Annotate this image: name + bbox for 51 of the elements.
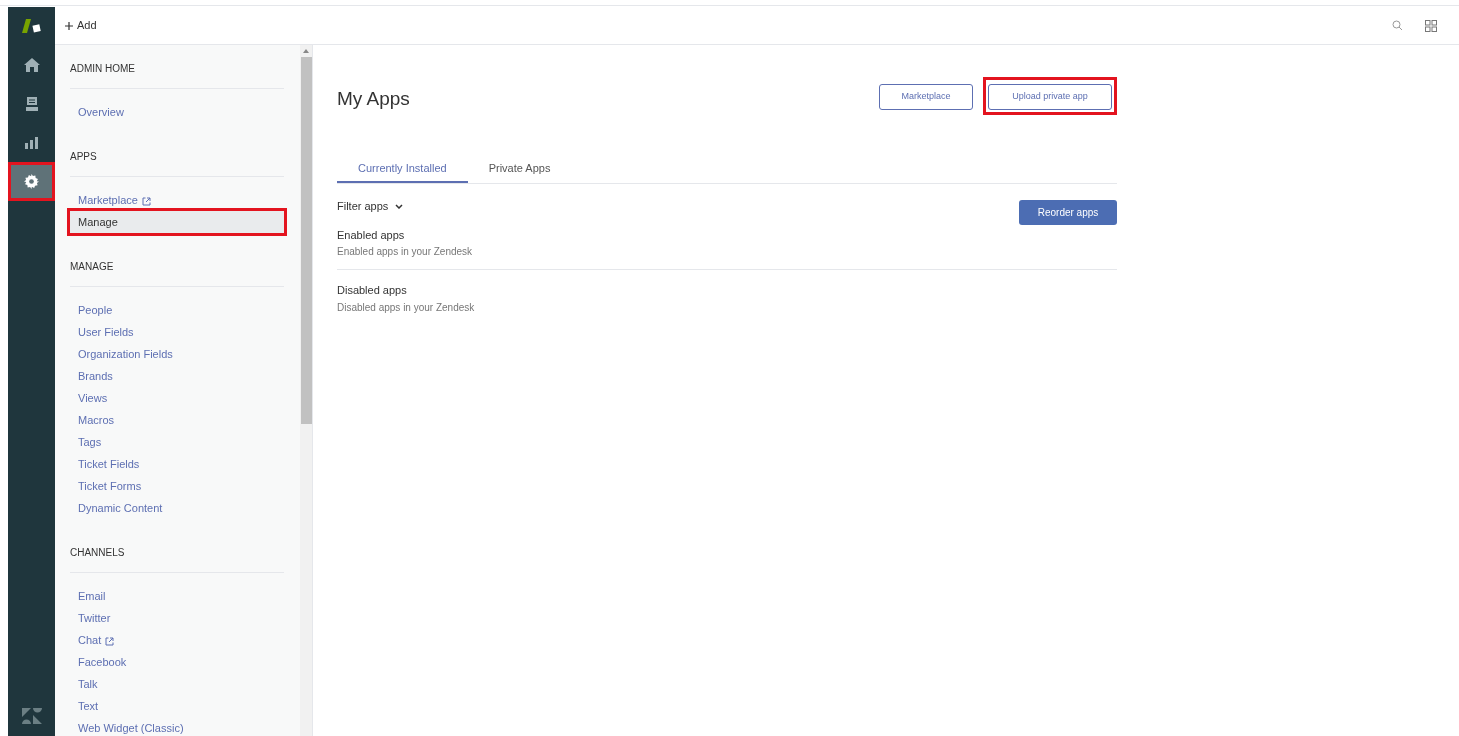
outline-button[interactable]: Upload private app bbox=[988, 83, 1112, 110]
sidebar-link[interactable]: Organization Fields bbox=[70, 343, 284, 365]
external-link-icon bbox=[141, 196, 151, 206]
sidebar-link[interactable]: Manage bbox=[70, 211, 284, 233]
chevron-down-icon bbox=[395, 203, 404, 209]
sidebar-link[interactable]: Text bbox=[70, 695, 284, 717]
group-subtitle: Enabled apps in your Zendesk bbox=[337, 245, 474, 260]
sidebar-link[interactable]: Web Widget (Classic) bbox=[70, 717, 284, 736]
sidebar-link[interactable]: People bbox=[70, 299, 284, 321]
section-heading: MANAGE bbox=[70, 259, 284, 287]
external-link-icon bbox=[105, 636, 115, 646]
sidebar-link[interactable]: Twitter bbox=[70, 607, 284, 629]
sidebar-link[interactable]: Dynamic Content bbox=[70, 497, 284, 519]
sidebar-link[interactable]: Overview bbox=[70, 101, 284, 123]
sidebar-link[interactable]: Email bbox=[70, 585, 284, 607]
sidebar-link[interactable]: Macros bbox=[70, 409, 284, 431]
filter-dropdown[interactable]: Filter apps bbox=[337, 197, 404, 215]
zendesk-logo-icon bbox=[21, 708, 42, 724]
sidebar-link[interactable]: Marketplace bbox=[70, 189, 284, 211]
sidebar-link[interactable]: Brands bbox=[70, 365, 284, 387]
scroll-up-icon[interactable] bbox=[303, 49, 309, 53]
group-subtitle: Disabled apps in your Zendesk bbox=[337, 300, 476, 315]
home-icon bbox=[23, 57, 40, 72]
bar-chart-icon bbox=[25, 136, 38, 149]
search-icon[interactable] bbox=[1392, 20, 1403, 31]
tab[interactable]: Private Apps bbox=[467, 154, 572, 183]
sidebar-link[interactable]: Ticket Forms bbox=[70, 475, 284, 497]
section-heading: ADMIN HOME bbox=[70, 61, 284, 89]
sidebar-link[interactable]: User Fields bbox=[70, 321, 284, 343]
sidebar-link[interactable]: Views bbox=[70, 387, 284, 409]
tab[interactable]: Currently Installed bbox=[337, 154, 468, 183]
settings-icon bbox=[24, 174, 39, 189]
sidebar-link[interactable]: Tags bbox=[70, 431, 284, 453]
sidebar-link[interactable]: Chat bbox=[70, 629, 284, 651]
inbox-icon bbox=[25, 96, 38, 111]
apps-grid-icon[interactable] bbox=[1425, 19, 1437, 32]
nav-item[interactable] bbox=[8, 162, 55, 201]
group-title: Enabled apps bbox=[337, 227, 406, 243]
reorder-button[interactable]: Reorder apps bbox=[1019, 199, 1117, 225]
add-button[interactable]: Add bbox=[65, 17, 97, 34]
logo-icon bbox=[21, 18, 42, 34]
outline-button[interactable]: Marketplace bbox=[879, 83, 973, 110]
sidebar-link[interactable]: Ticket Fields bbox=[70, 453, 284, 475]
section-heading: APPS bbox=[70, 149, 284, 177]
page-title: My Apps bbox=[337, 87, 410, 111]
scrollbar[interactable] bbox=[300, 45, 313, 736]
group-title: Disabled apps bbox=[337, 283, 408, 299]
section-heading: CHANNELS bbox=[70, 545, 284, 573]
sidebar-link[interactable]: Talk bbox=[70, 673, 284, 695]
plus-icon bbox=[65, 21, 73, 30]
sidebar-link[interactable]: Facebook bbox=[70, 651, 284, 673]
